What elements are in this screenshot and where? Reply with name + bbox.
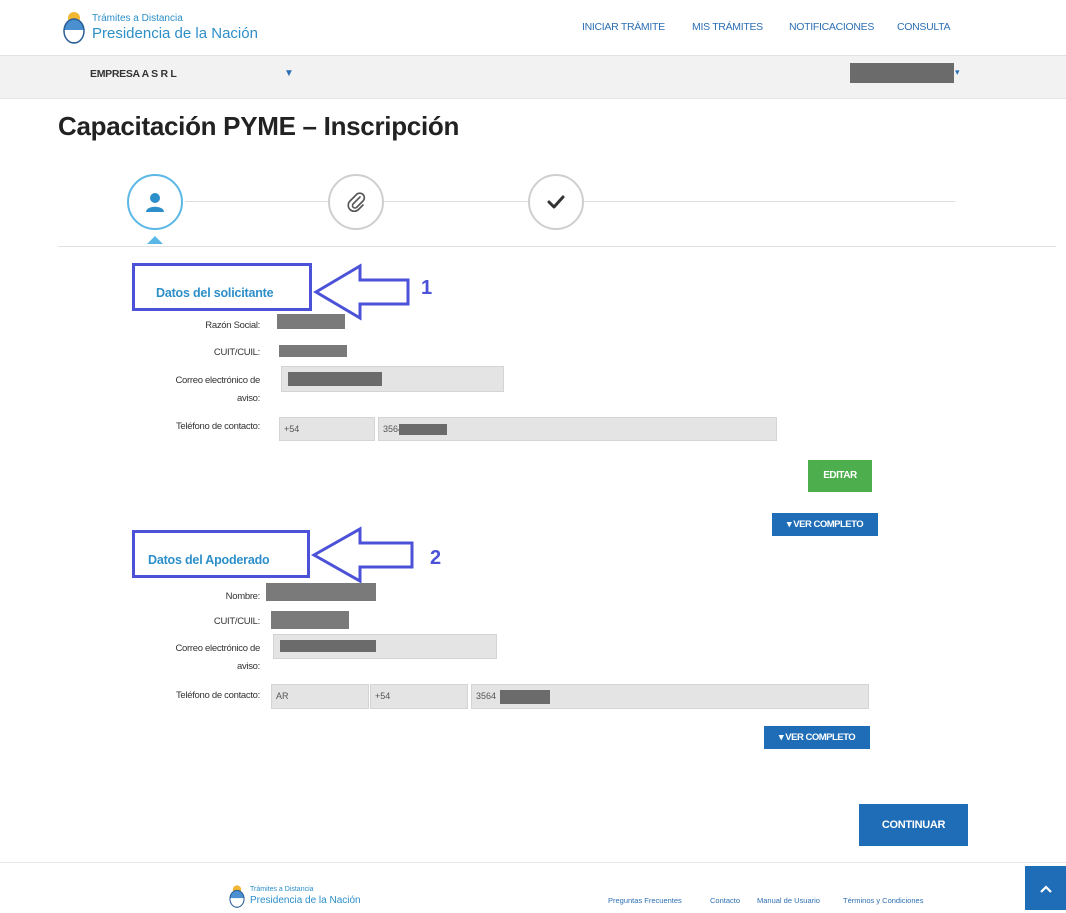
- correo-redacted: [288, 372, 382, 386]
- ver-completo-solicitante-button[interactable]: ▾ VER COMPLETO: [772, 513, 878, 536]
- footer-link-faq[interactable]: Preguntas Frecuentes: [608, 896, 682, 905]
- arrow-left-icon: [310, 525, 418, 585]
- paperclip-icon: [347, 192, 366, 212]
- label-correo-apoderado: Correo electrónico de: [175, 643, 260, 654]
- divider: [58, 246, 1056, 247]
- nav-mis-tramites[interactable]: MIS TRÁMITES: [692, 21, 763, 33]
- footer-logo-title: Presidencia de la Nación: [250, 895, 361, 906]
- continuar-button[interactable]: CONTINUAR: [859, 804, 968, 846]
- coat-of-arms-icon: [62, 10, 86, 44]
- user-menu-redacted[interactable]: [850, 63, 954, 83]
- telefono-prefix-apoderado-field[interactable]: +54: [370, 684, 468, 709]
- telefono-number-apoderado-value: 3564: [476, 691, 497, 701]
- header-logo[interactable]: Trámites a Distancia Presidencia de la N…: [62, 8, 282, 48]
- cuit-apoderado-redacted: [271, 611, 349, 629]
- telefono-apoderado-redacted: [500, 690, 550, 704]
- scroll-to-top-button[interactable]: [1025, 866, 1066, 910]
- ver-completo-apoderado-button[interactable]: ▾ VER COMPLETO: [764, 726, 870, 749]
- nav-consulta[interactable]: CONSULTA: [897, 21, 951, 33]
- cuit-redacted: [279, 345, 347, 357]
- footer-logo-subtitle: Trámites a Distancia: [250, 886, 314, 893]
- telefono-redacted: [399, 424, 447, 435]
- nav-notificaciones[interactable]: NOTIFICACIONES: [789, 21, 874, 33]
- coat-of-arms-icon: [228, 884, 246, 908]
- footer-link-terminos[interactable]: Términos y Condiciones: [843, 896, 923, 905]
- telefono-prefix-apoderado-value: +54: [375, 691, 391, 701]
- callout-number-1: 1: [421, 277, 433, 299]
- check-icon: [547, 195, 565, 209]
- telefono-prefix-value: +54: [284, 424, 300, 434]
- page-title: Capacitación PYME – Inscripción: [58, 111, 460, 141]
- solicitante-title: Datos del solicitante: [156, 286, 274, 300]
- callout-number-2: 2: [430, 547, 442, 569]
- label-cuit-apoderado: CUIT/CUIL:: [213, 616, 260, 627]
- label-cuit: CUIT/CUIL:: [213, 347, 260, 358]
- step-datos[interactable]: [127, 174, 183, 230]
- telefono-number-apoderado-field[interactable]: 3564: [471, 684, 869, 709]
- telefono-country-value: AR: [276, 691, 289, 701]
- nav-iniciar-tramite[interactable]: INICIAR TRÁMITE: [582, 21, 665, 33]
- chevron-up-icon: [1039, 885, 1052, 894]
- step-adjuntos[interactable]: [328, 174, 384, 230]
- edit-button[interactable]: EDITAR: [808, 460, 872, 492]
- active-step-pointer: [147, 236, 163, 244]
- label-correo: Correo electrónico de: [175, 375, 260, 386]
- chevron-down-icon[interactable]: ▼: [284, 68, 294, 79]
- telefono-number-field[interactable]: 3564: [378, 417, 777, 441]
- correo-field[interactable]: [281, 366, 504, 392]
- telefono-prefix-field[interactable]: +54: [279, 417, 375, 441]
- razon-social-redacted: [277, 314, 345, 329]
- user-icon: [146, 193, 164, 212]
- logo-title: Presidencia de la Nación: [92, 25, 258, 42]
- label-correo-aviso: aviso:: [236, 393, 260, 404]
- footer-logo[interactable]: Trámites a Distancia Presidencia de la N…: [228, 884, 398, 910]
- label-telefono-apoderado: Teléfono de contacto:: [175, 690, 260, 701]
- footer-divider: [0, 862, 1066, 863]
- label-telefono: Teléfono de contacto:: [175, 421, 260, 432]
- apoderado-title: Datos del Apoderado: [148, 553, 270, 567]
- label-nombre: Nombre:: [225, 591, 261, 602]
- company-selector-label[interactable]: EMPRESA A S R L: [90, 68, 177, 80]
- label-razon-social: Razón Social:: [205, 320, 260, 331]
- logo-subtitle: Trámites a Distancia: [92, 13, 183, 24]
- step-confirmar[interactable]: [528, 174, 584, 230]
- footer-link-manual[interactable]: Manual de Usuario: [757, 896, 820, 905]
- correo-apoderado-redacted: [280, 640, 376, 652]
- footer-link-contacto[interactable]: Contacto: [710, 896, 740, 905]
- nombre-redacted: [266, 583, 376, 601]
- telefono-country-field[interactable]: AR: [271, 684, 369, 709]
- correo-apoderado-field[interactable]: [273, 634, 497, 659]
- user-menu-chevron-icon[interactable]: ▾: [955, 67, 960, 78]
- label-correo-aviso-apoderado: aviso:: [236, 661, 260, 672]
- arrow-left-icon: [312, 262, 414, 322]
